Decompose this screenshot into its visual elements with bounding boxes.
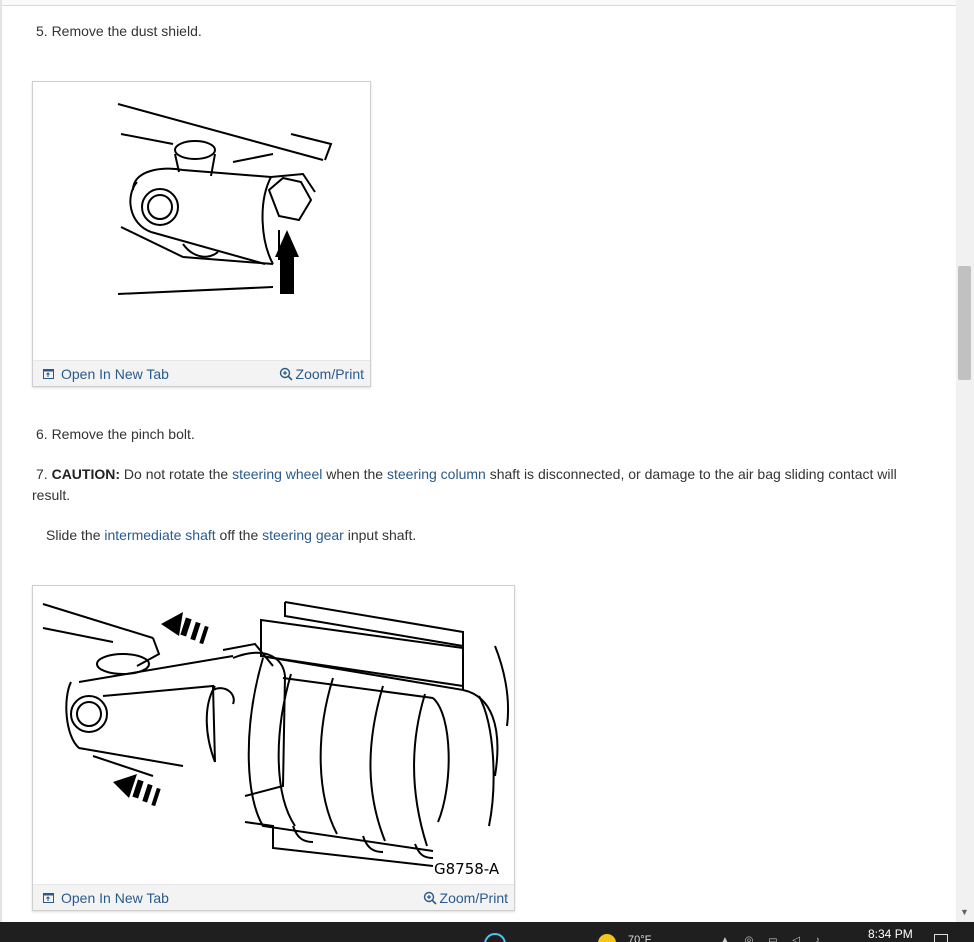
vertical-scrollbar-thumb[interactable] [958, 266, 971, 380]
manual-page: 5. Remove the dust shield. Open In New T… [0, 0, 958, 922]
open-new-tab-icon [43, 893, 54, 903]
step-5-text: 5. Remove the dust shield. [36, 23, 202, 39]
slide-instruction: Slide the intermediate shaft off the ste… [46, 525, 416, 546]
page-left-border [0, 0, 2, 922]
system-tray-icons[interactable]: ▲ ◎ ▭ ◁ ♪ [720, 935, 826, 942]
figure2-open-label: Open In New Tab [61, 890, 169, 906]
link-steering-gear[interactable]: steering gear [262, 527, 344, 543]
link-intermediate-shaft[interactable]: intermediate shaft [104, 527, 215, 543]
figure1-zoom-label: Zoom/Print [295, 366, 364, 382]
weather-sun-icon[interactable] [598, 934, 616, 942]
windows-taskbar: 70°F ▲ ◎ ▭ ◁ ♪ 8:34 PM [0, 922, 974, 942]
figure2-caption: G8758-A [434, 860, 500, 878]
notification-icon[interactable] [934, 934, 948, 942]
slide-text-1: Slide the [46, 527, 105, 543]
zoom-icon [279, 367, 293, 381]
figure1-open-label: Open In New Tab [61, 366, 169, 382]
page-top-bar [0, 0, 958, 6]
dust-shield-illustration [117, 103, 333, 295]
chrome-icon[interactable] [484, 933, 506, 942]
zoom-icon [423, 891, 437, 905]
slide-text-3: input shaft. [343, 527, 417, 543]
link-steering-wheel[interactable]: steering wheel [232, 466, 322, 482]
step-7-text-1: Do not rotate the [120, 466, 233, 482]
step-7-number: 7. [36, 466, 52, 482]
link-steering-column[interactable]: steering column [387, 466, 486, 482]
weather-temperature[interactable]: 70°F [628, 934, 651, 942]
figure1-open-new-tab-link[interactable]: Open In New Tab [43, 366, 169, 382]
figure-dust-shield: Open In New Tab Zoom/Print [32, 81, 371, 387]
figure2-open-new-tab-link[interactable]: Open In New Tab [43, 890, 169, 906]
scroll-down-arrow-icon[interactable]: ▼ [958, 906, 971, 919]
open-new-tab-icon [43, 369, 54, 379]
step-7-caution: 7. CAUTION: Do not rotate the steering w… [32, 464, 932, 506]
step-6-text: 6. Remove the pinch bolt. [36, 426, 195, 442]
caution-label: CAUTION: [51, 466, 121, 482]
vertical-scrollbar-track[interactable] [956, 0, 974, 922]
taskbar-clock[interactable]: 8:34 PM [868, 927, 913, 941]
slide-text-2: off the [215, 527, 263, 543]
figure1-toolbar: Open In New Tab Zoom/Print [33, 360, 370, 386]
figure-intermediate-shaft: G8758-A Open In New Tab Zoom/Print [32, 585, 515, 911]
figure1-zoom-print-link[interactable]: Zoom/Print [279, 366, 364, 382]
intermediate-shaft-illustration: G8758-A [42, 601, 510, 878]
step-7-text-2: when the [322, 466, 387, 482]
figure2-toolbar: Open In New Tab Zoom/Print [33, 884, 514, 910]
figure2-zoom-label: Zoom/Print [439, 890, 508, 906]
figure2-zoom-print-link[interactable]: Zoom/Print [423, 890, 508, 906]
